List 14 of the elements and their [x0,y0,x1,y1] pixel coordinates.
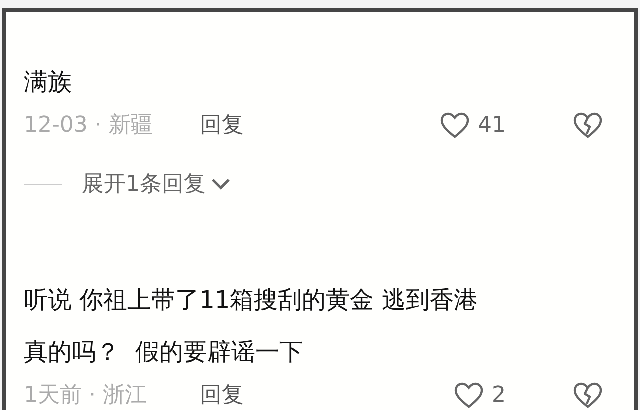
like-count: 41 [478,112,506,140]
comment-meta: 12-03 · 新疆 [24,112,154,140]
reply-button[interactable]: 回复 [200,108,244,142]
comment-text: 满族 [24,67,73,98]
heart-icon [454,382,484,408]
like-count: 2 [492,382,506,410]
heart-icon [440,112,470,138]
comment-meta: 1天前 · 浙江 [24,382,148,410]
like-button[interactable]: 2 [454,378,506,410]
chevron-down-icon [210,177,232,191]
expand-replies-button[interactable]: 展开1条回复 [82,168,232,200]
like-button[interactable]: 41 [440,108,506,142]
comment-text: 听说 你祖上带了11箱搜刮的黄金 逃到香港真的吗？ 假的要辟谣一下 [24,285,479,368]
reply-button[interactable]: 回复 [200,378,244,410]
